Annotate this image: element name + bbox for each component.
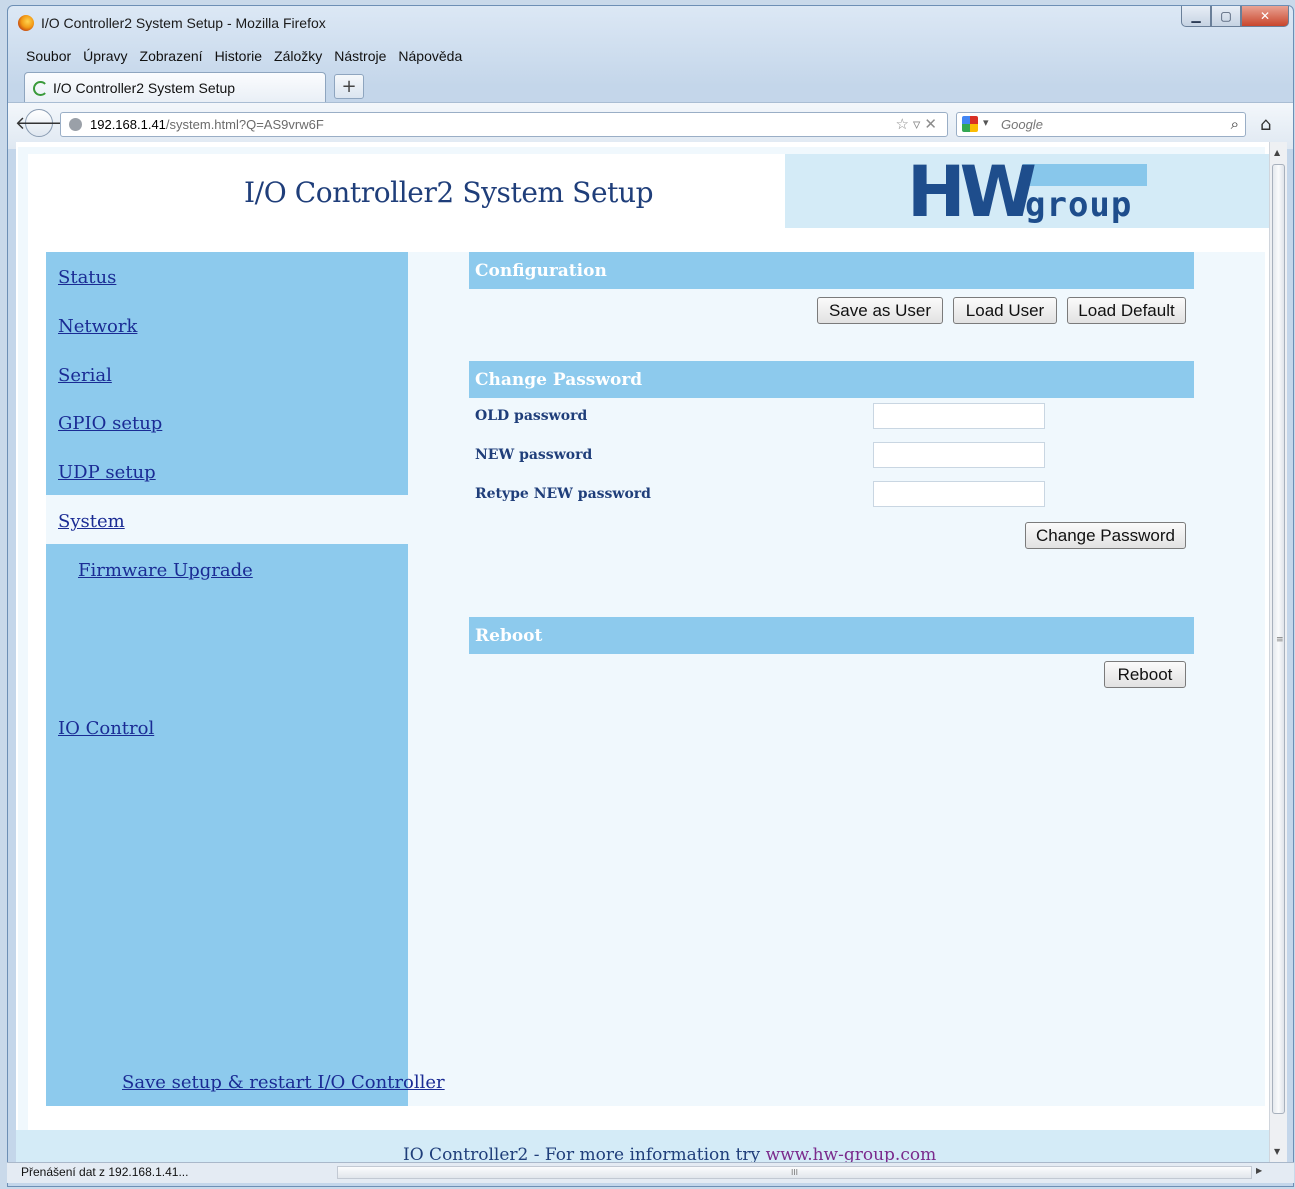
status-text: Přenášení dat z 192.168.1.41... (21, 1165, 189, 1179)
old-password-label: OLD password (475, 408, 588, 424)
vertical-scrollbar[interactable]: ▲ ≡ ▼ (1269, 142, 1287, 1162)
home-icon[interactable]: ⌂ (1260, 114, 1271, 135)
reboot-title: Reboot (475, 626, 543, 646)
footer-spacer (28, 1106, 1269, 1130)
scroll-down-icon[interactable]: ▼ (1274, 1147, 1280, 1156)
url-host: 192.168.1.41 (90, 117, 166, 132)
hw-group-logo: HW group (907, 151, 1152, 233)
engine-dropdown-icon[interactable]: ▾ (983, 116, 989, 129)
content-gutter (408, 252, 468, 1106)
search-icon[interactable]: ⌕ (1231, 115, 1239, 133)
page-header: I/O Controller2 System Setup (28, 154, 785, 228)
google-icon[interactable] (962, 116, 978, 132)
bookmark-star-icon[interactable]: ☆ (895, 115, 912, 133)
minimize-icon[interactable]: ▁ (1181, 6, 1211, 27)
nav-io-control[interactable]: IO Control (58, 718, 154, 739)
reboot-button[interactable]: Reboot (1104, 661, 1186, 688)
address-bar[interactable]: 192.168.1.41/system.html?Q=AS9vrw6F ☆▿✕ (60, 112, 948, 137)
page-footer: IO Controller2 - For more information tr… (16, 1130, 1269, 1162)
logo-bar (1023, 164, 1147, 186)
configuration-title: Configuration (475, 261, 607, 281)
url-text: 192.168.1.41/system.html?Q=AS9vrw6F (90, 117, 324, 132)
change-password-header: Change Password (469, 361, 1194, 398)
hscroll-thumb[interactable]: III (338, 1167, 1251, 1178)
scroll-right-icon[interactable]: ▶ (1256, 1166, 1262, 1175)
dropdown-arrow-icon[interactable]: ▿ (913, 115, 925, 133)
maximize-icon[interactable]: ▢ (1211, 6, 1241, 27)
footer-link[interactable]: www.hw-group.com (766, 1145, 937, 1162)
scroll-up-icon[interactable]: ▲ (1274, 148, 1280, 157)
page-viewport: I/O Controller2 System Setup HW group St… (16, 142, 1269, 1162)
grip-icon: ≡ (1276, 635, 1284, 645)
tab-strip: I/O Controller2 System Setup + (20, 70, 1290, 102)
back-arrow-icon: 🡐 (14, 112, 64, 134)
retype-password-label: Retype NEW password (475, 486, 651, 502)
nav-udp-setup[interactable]: UDP setup (58, 462, 156, 483)
close-icon[interactable]: ✕ (1241, 6, 1289, 27)
menu-nastroje[interactable]: Nástroje (328, 44, 392, 68)
load-user-button[interactable]: Load User (953, 297, 1057, 324)
nav-firmware-upgrade[interactable]: Firmware Upgrade (78, 560, 253, 581)
footer-label: IO Controller2 - For more information tr… (403, 1145, 766, 1162)
menu-upravy[interactable]: Úpravy (77, 44, 133, 68)
globe-icon (69, 118, 82, 131)
tab-system-setup[interactable]: I/O Controller2 System Setup (24, 72, 326, 102)
reboot-header: Reboot (469, 617, 1194, 654)
window-title: I/O Controller2 System Setup - Mozilla F… (41, 15, 326, 31)
menu-bar: Soubor Úpravy Zobrazení Historie Záložky… (20, 44, 468, 68)
page-title: I/O Controller2 System Setup (244, 176, 654, 209)
nav-system[interactable]: System (58, 511, 125, 532)
new-password-field[interactable] (873, 442, 1045, 468)
search-input[interactable]: Google (1001, 117, 1043, 132)
nav-serial[interactable]: Serial (58, 365, 112, 386)
firefox-icon (18, 15, 34, 31)
retype-password-field[interactable] (873, 481, 1045, 507)
save-as-user-button[interactable]: Save as User (817, 297, 943, 324)
new-tab-button[interactable]: + (334, 74, 364, 99)
old-password-field[interactable] (873, 403, 1045, 429)
nav-status[interactable]: Status (58, 267, 116, 288)
footer-text: IO Controller2 - For more information tr… (403, 1145, 936, 1162)
loading-spinner-icon (33, 81, 48, 96)
horizontal-scrollbar[interactable]: III (337, 1166, 1252, 1179)
logo-text: HW (907, 151, 1037, 233)
nav-network[interactable]: Network (58, 316, 137, 337)
nav-gpio-setup[interactable]: GPIO setup (58, 413, 162, 434)
load-default-button[interactable]: Load Default (1067, 297, 1186, 324)
menu-zalozky[interactable]: Záložky (268, 44, 328, 68)
menu-napoveda[interactable]: Nápověda (392, 44, 468, 68)
nav-save-restart[interactable]: Save setup & restart I/O Controller (122, 1072, 445, 1093)
menu-zobrazeni[interactable]: Zobrazení (134, 44, 209, 68)
scroll-thumb[interactable]: ≡ (1272, 164, 1285, 1114)
back-button[interactable]: 🡐 (15, 109, 63, 137)
tab-label: I/O Controller2 System Setup (53, 80, 236, 96)
menu-historie[interactable]: Historie (209, 44, 268, 68)
title-bar: I/O Controller2 System Setup - Mozilla F… (8, 6, 1293, 42)
logo-group-text: group (1025, 185, 1133, 225)
status-bar: Přenášení dat z 192.168.1.41... III ▶ (7, 1162, 1294, 1183)
header-spacer (28, 228, 1269, 252)
change-password-title: Change Password (475, 370, 643, 390)
logo-panel: HW group (785, 154, 1269, 228)
stop-icon[interactable]: ✕ (924, 115, 941, 133)
menu-soubor[interactable]: Soubor (20, 44, 77, 68)
new-password-label: NEW password (475, 447, 593, 463)
url-path: /system.html?Q=AS9vrw6F (165, 117, 324, 132)
configuration-header: Configuration (469, 252, 1194, 289)
change-password-button[interactable]: Change Password (1025, 522, 1186, 549)
left-margin (28, 252, 46, 1106)
search-box[interactable]: ▾ Google ⌕ (956, 112, 1246, 137)
url-tools: ☆▿✕ (895, 115, 941, 133)
window-controls: ▁ ▢ ✕ (1181, 6, 1289, 28)
